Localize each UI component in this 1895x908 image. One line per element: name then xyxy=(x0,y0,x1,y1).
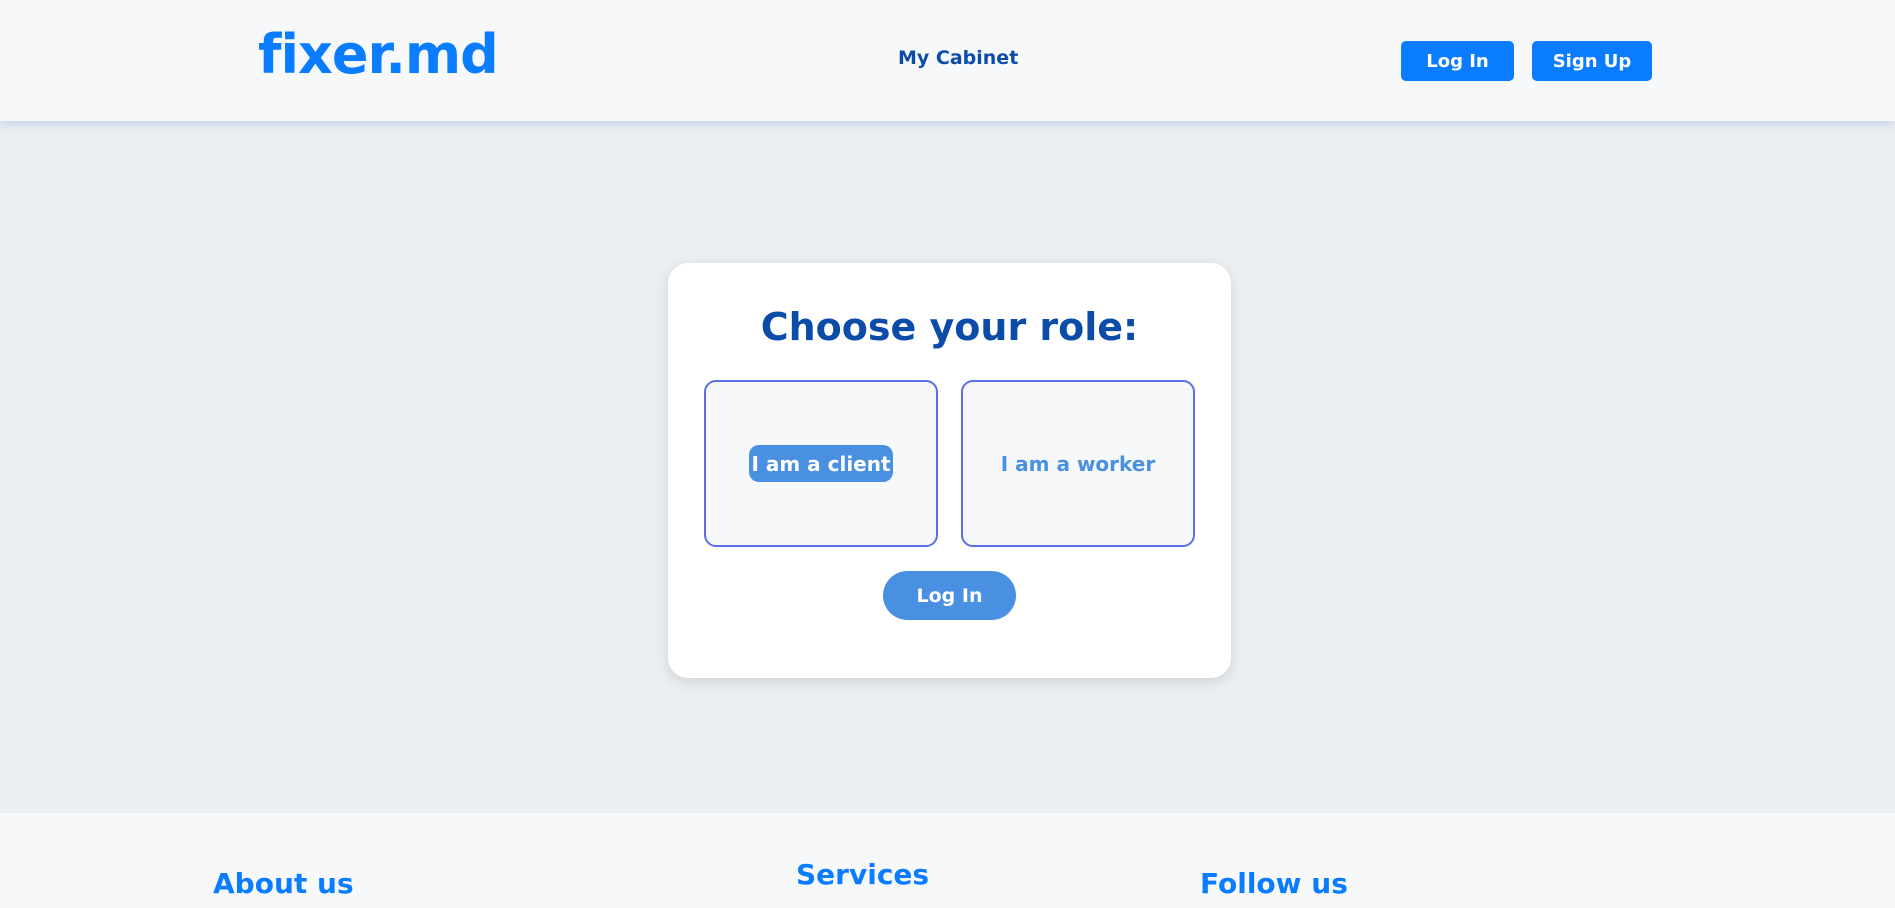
role-option-client-label: I am a client xyxy=(749,445,893,482)
header-signup-button[interactable]: Sign Up xyxy=(1532,41,1652,81)
role-login-button[interactable]: Log In xyxy=(883,571,1016,620)
site-logo[interactable]: fixer.md xyxy=(258,28,499,82)
header-login-button[interactable]: Log In xyxy=(1401,41,1514,81)
site-footer: About us Services Follow us xyxy=(0,813,1895,908)
role-option-client[interactable]: I am a client xyxy=(704,380,938,547)
footer-heading-about: About us xyxy=(213,867,354,900)
role-selection-card: Choose your role: I am a client I am a w… xyxy=(668,263,1231,678)
footer-heading-services: Services xyxy=(796,858,930,891)
footer-heading-follow: Follow us xyxy=(1200,867,1348,900)
role-option-worker-label: I am a worker xyxy=(1000,451,1156,476)
role-option-worker[interactable]: I am a worker xyxy=(961,380,1195,547)
role-card-title: Choose your role: xyxy=(760,305,1139,349)
site-header: fixer.md My Cabinet Log In Sign Up xyxy=(0,0,1895,121)
nav-my-cabinet-link[interactable]: My Cabinet xyxy=(898,49,1018,68)
